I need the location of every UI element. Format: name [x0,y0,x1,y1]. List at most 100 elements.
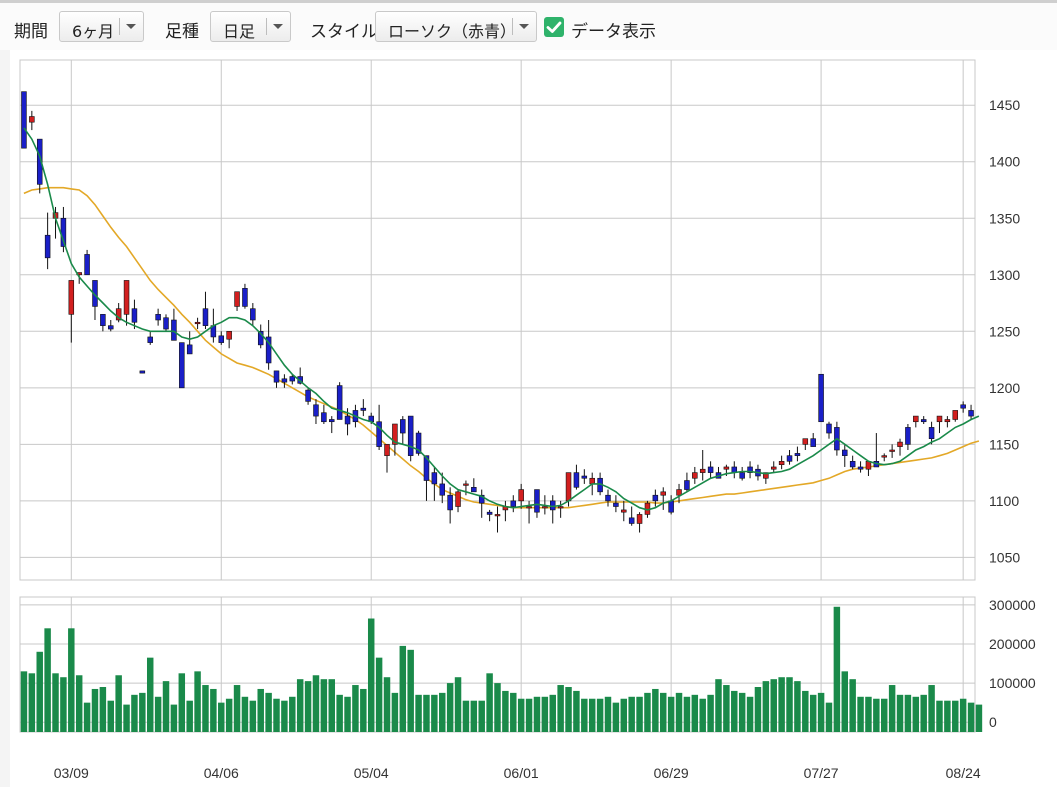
date-tick-label: 04/06 [204,765,239,781]
volume-bar [36,651,43,732]
volume-bar [817,692,825,732]
volume-bar [683,696,691,732]
volume-bar [896,694,904,732]
candle-body [194,321,201,325]
volume-bar [344,696,351,732]
volume-bar [233,685,241,732]
volume-bar [660,692,667,732]
candle-body [842,449,848,456]
candle-body [131,308,138,323]
candle-body [147,336,153,343]
volume-bar [115,675,122,732]
volume-bar [620,698,628,732]
candle-body [21,91,27,149]
candle-body [589,477,595,485]
volume-bar [691,694,699,732]
data-display-label: データ表示 [571,22,656,42]
candle-type-select-value: 日足 [223,22,256,41]
volume-bar [667,696,675,732]
candle-body [676,489,682,496]
candle-body [329,419,335,423]
volume-bar [352,685,359,732]
candle-body [171,319,177,341]
volume-bar [525,698,533,732]
volume-bar [802,690,809,732]
candle-body [786,455,793,462]
volume-bar [328,679,335,732]
candle-body [447,494,453,511]
volume-bar [75,675,83,732]
candle-body [510,500,517,507]
candle-body [281,378,288,383]
volume-tick-label: 300000 [989,597,1036,613]
volume-bar [644,692,651,732]
volume-bar [699,698,706,732]
candle-body [226,331,232,340]
candle-body [557,506,564,509]
volume-bar [731,690,738,732]
candle-body [723,466,730,470]
volume-bar [952,700,959,732]
price-tick-label: 1200 [989,380,1020,396]
volume-tick-label: 0 [989,714,997,730]
volume-bar [439,692,446,732]
candle-body [613,502,619,507]
volume-bar [257,688,264,732]
volume-bar [628,696,635,732]
volume-bar [478,700,485,732]
candle-body [565,472,572,502]
volume-bar [139,692,146,732]
volume-bar [967,702,975,732]
volume-bar [281,700,288,732]
volume-bar [375,657,383,732]
volume-bar [162,681,170,732]
candle-body [123,280,130,315]
select-divider [512,18,513,35]
volume-bar [462,700,470,732]
candle-type-select[interactable]: 日足 [210,11,291,42]
candle-body [920,419,927,423]
volume-bar [123,704,130,732]
volume-bar [178,673,186,732]
candle-body [518,489,524,502]
chevron-down-icon [273,24,283,29]
volume-bar [557,685,564,732]
volume-bar [83,702,91,732]
volume-bar [707,694,714,732]
volume-tick-label: 100000 [989,675,1036,691]
volume-bar [91,688,99,732]
volume-bar [383,677,391,732]
volume-bar [920,694,927,732]
volume-bar [249,700,257,732]
stock-chart[interactable]: 1050 1100 1150 1200 1250 1300 1350 1400 1450 0 100… [0,50,1057,787]
volume-bar [415,694,422,732]
volume-bar [849,679,856,732]
volume-bar [825,702,833,732]
candle-body [968,410,974,417]
volume-bar [28,673,36,732]
candle-body [29,116,35,123]
candle-body [849,461,856,468]
candle-body [360,407,367,411]
data-display-checkbox[interactable] [544,17,564,37]
volume-bar [857,696,864,732]
volume-bar [604,696,612,732]
volume-bar [360,688,367,732]
volume-bar [486,673,493,732]
candle-body [889,449,895,452]
candle-body [186,344,193,355]
volume-bar [510,692,517,732]
period-select[interactable]: 6ヶ月 [59,11,144,42]
volume-bar [44,628,51,732]
chevron-down-icon [126,24,136,29]
candle-body [621,509,627,513]
style-select[interactable]: ローソク（赤青） [375,11,537,42]
candle-body [526,506,532,509]
volume-bar [588,698,596,732]
date-tick-label: 08/24 [946,765,981,781]
volume-bar [494,683,501,732]
candle-body [810,438,816,447]
volume-bar [778,677,785,732]
candle-body [905,427,911,445]
volume-bar [809,694,817,732]
